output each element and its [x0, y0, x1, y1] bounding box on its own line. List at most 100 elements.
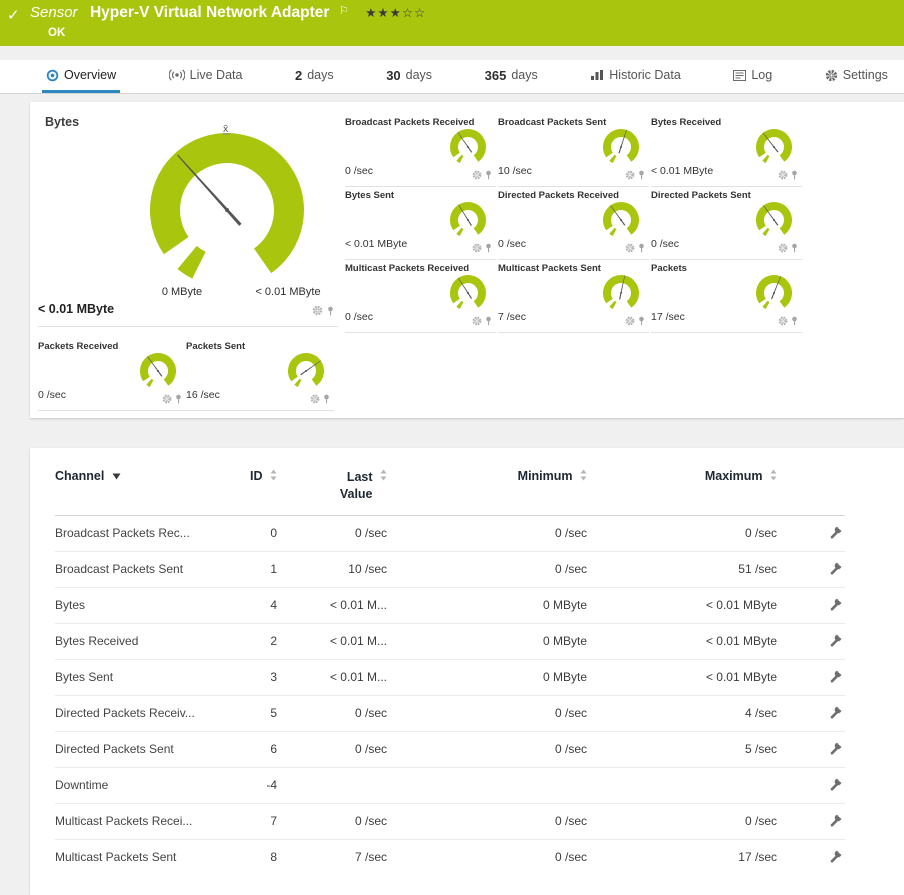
channel-maximum: < 0.01 MByte: [595, 622, 785, 660]
channel-mini-gauge[interactable]: [598, 271, 644, 313]
channel-row[interactable]: Bytes Sent 3 < 0.01 M... 0 MByte < 0.01 MByt…: [55, 658, 845, 696]
channel-mini-gauge[interactable]: [751, 271, 797, 313]
channel-row[interactable]: Bytes 4 < 0.01 M... 0 MByte < 0.01 MByte: [55, 586, 845, 624]
flag-icon[interactable]: ⚐: [339, 5, 349, 17]
channel-mini-gauge[interactable]: [445, 198, 491, 240]
channel-row[interactable]: Downtime -4: [55, 766, 845, 804]
tab-settings[interactable]: Settings: [821, 60, 892, 93]
gauge-settings-gear-icon[interactable]: [310, 394, 320, 404]
channel-row[interactable]: Directed Packets Receiv... 5 0 /sec 0 /sec 4…: [55, 694, 845, 732]
gauge-pin-icon[interactable]: [791, 243, 798, 253]
channel-settings-wrench-icon[interactable]: [829, 813, 843, 827]
gauge-settings-gear-icon[interactable]: [778, 170, 788, 180]
channel-mini-gauge[interactable]: [283, 349, 329, 391]
channel-settings-wrench-icon[interactable]: [829, 525, 843, 539]
channel-name[interactable]: Bytes Sent: [55, 658, 225, 696]
tab-label: Settings: [842, 68, 888, 82]
channel-mini-gauge[interactable]: [445, 125, 491, 167]
tab-live-data[interactable]: Live Data: [165, 60, 247, 93]
channel-last-value: [285, 766, 395, 804]
gauge-pin-icon[interactable]: [638, 316, 645, 326]
channel-settings-wrench-icon[interactable]: [829, 741, 843, 755]
channel-row[interactable]: Bytes Received 2 < 0.01 M... 0 MByte < 0.01 …: [55, 622, 845, 660]
tab-30-days[interactable]: 30 days: [382, 60, 436, 93]
channel-minimum: 0 /sec: [395, 802, 595, 840]
channel-name[interactable]: Bytes Received: [55, 622, 225, 660]
object-kind-label: Sensor: [30, 4, 78, 21]
gauge-settings-gear-icon[interactable]: [472, 170, 482, 180]
gauge-pin-icon[interactable]: [485, 170, 492, 180]
channel-last-value: 7 /sec: [285, 838, 395, 875]
channel-name[interactable]: Downtime: [55, 766, 225, 804]
channel-minimum: 0 /sec: [395, 838, 595, 875]
channel-settings-wrench-icon[interactable]: [829, 849, 843, 863]
channel-row[interactable]: Multicast Packets Sent 8 7 /sec 0 /sec 17 /s…: [55, 838, 845, 875]
gauge-pin-icon[interactable]: [638, 170, 645, 180]
gauge-tile-packets-received: Packets Received 0 /sec: [38, 338, 186, 411]
channel-name[interactable]: Bytes: [55, 586, 225, 624]
channel-name[interactable]: Multicast Packets Sent: [55, 838, 225, 875]
gauge-settings-gear-icon[interactable]: [162, 394, 172, 404]
channel-mini-gauge[interactable]: [598, 125, 644, 167]
channel-row[interactable]: Multicast Packets Recei... 7 0 /sec 0 /sec 0…: [55, 802, 845, 840]
gauge-settings-gear-icon[interactable]: [625, 243, 635, 253]
gauge-pin-icon[interactable]: [327, 306, 334, 316]
sort-id[interactable]: ID: [225, 464, 285, 516]
sort-desc-icon: [112, 469, 121, 483]
tab-overview[interactable]: Overview: [42, 60, 121, 93]
gauge-pin-icon[interactable]: [638, 243, 645, 253]
gauge-pin-icon[interactable]: [323, 394, 330, 404]
sort-channel[interactable]: Channel: [55, 464, 225, 516]
tab-number: 30: [386, 67, 401, 83]
channel-row[interactable]: Broadcast Packets Sent 1 10 /sec 0 /sec 51 /…: [55, 550, 845, 588]
gauge-settings-gear-icon[interactable]: [778, 316, 788, 326]
channel-gauge-value: 0 /sec: [651, 238, 680, 250]
gauge-settings-gear-icon[interactable]: [472, 243, 482, 253]
gauge-settings-gear-icon[interactable]: [625, 316, 635, 326]
channel-mini-gauge[interactable]: [598, 198, 644, 240]
gauge-settings-gear-icon[interactable]: [472, 316, 482, 326]
tab-365-days[interactable]: 365 days: [481, 60, 542, 93]
sort-last-value[interactable]: Last Value: [285, 464, 395, 516]
channel-gauge-tools: [472, 243, 492, 253]
tab-label: days: [307, 68, 334, 82]
channel-name[interactable]: Broadcast Packets Sent: [55, 550, 225, 588]
gauge-pin-icon[interactable]: [791, 170, 798, 180]
channel-id: 6: [225, 730, 285, 768]
tab-historic-data[interactable]: Historic Data: [586, 60, 685, 93]
gauge-pin-icon[interactable]: [485, 243, 492, 253]
sort-minimum[interactable]: Minimum: [395, 464, 595, 516]
gauge-pin-icon[interactable]: [175, 394, 182, 404]
channel-mini-gauge[interactable]: [751, 198, 797, 240]
channel-mini-gauge[interactable]: [751, 125, 797, 167]
gauge-settings-gear-icon[interactable]: [625, 170, 635, 180]
gauge-pin-icon[interactable]: [791, 316, 798, 326]
bytes-gauge[interactable]: [122, 120, 332, 300]
channel-settings-wrench-icon[interactable]: [829, 705, 843, 719]
channel-last-value: < 0.01 M...: [285, 658, 395, 696]
channel-settings-wrench-icon[interactable]: [829, 561, 843, 575]
sort-maximum[interactable]: Maximum: [595, 464, 785, 516]
channel-settings-wrench-icon[interactable]: [829, 669, 843, 683]
tab-2-days[interactable]: 2 days: [291, 60, 338, 93]
channel-row[interactable]: Directed Packets Sent 6 0 /sec 0 /sec 5 /sec: [55, 730, 845, 768]
gauge-settings-gear-icon[interactable]: [312, 305, 323, 316]
priority-stars[interactable]: ★★★☆☆: [365, 6, 426, 20]
channel-name[interactable]: Multicast Packets Recei...: [55, 802, 225, 840]
channel-mini-gauge[interactable]: [135, 349, 181, 391]
channel-mini-gauge[interactable]: [445, 271, 491, 313]
channel-id: 2: [225, 622, 285, 660]
channel-settings-wrench-icon[interactable]: [829, 777, 843, 791]
channel-name[interactable]: Directed Packets Receiv...: [55, 694, 225, 732]
channel-name[interactable]: Directed Packets Sent: [55, 730, 225, 768]
gauge-settings-gear-icon[interactable]: [778, 243, 788, 253]
channel-row[interactable]: Broadcast Packets Rec... 0 0 /sec 0 /sec 0 /…: [55, 515, 845, 551]
channel-settings-wrench-icon[interactable]: [829, 633, 843, 647]
channel-name[interactable]: Broadcast Packets Rec...: [55, 515, 225, 551]
tab-log[interactable]: Log: [729, 60, 776, 93]
channel-settings-wrench-icon[interactable]: [829, 597, 843, 611]
channel-gauge-tools: [778, 316, 798, 326]
gauge-pin-icon[interactable]: [485, 316, 492, 326]
gauge-tile-broadcast-packets-received: Broadcast Packets Received 0 /sec: [345, 114, 496, 187]
channel-minimum: 0 /sec: [554, 526, 587, 541]
